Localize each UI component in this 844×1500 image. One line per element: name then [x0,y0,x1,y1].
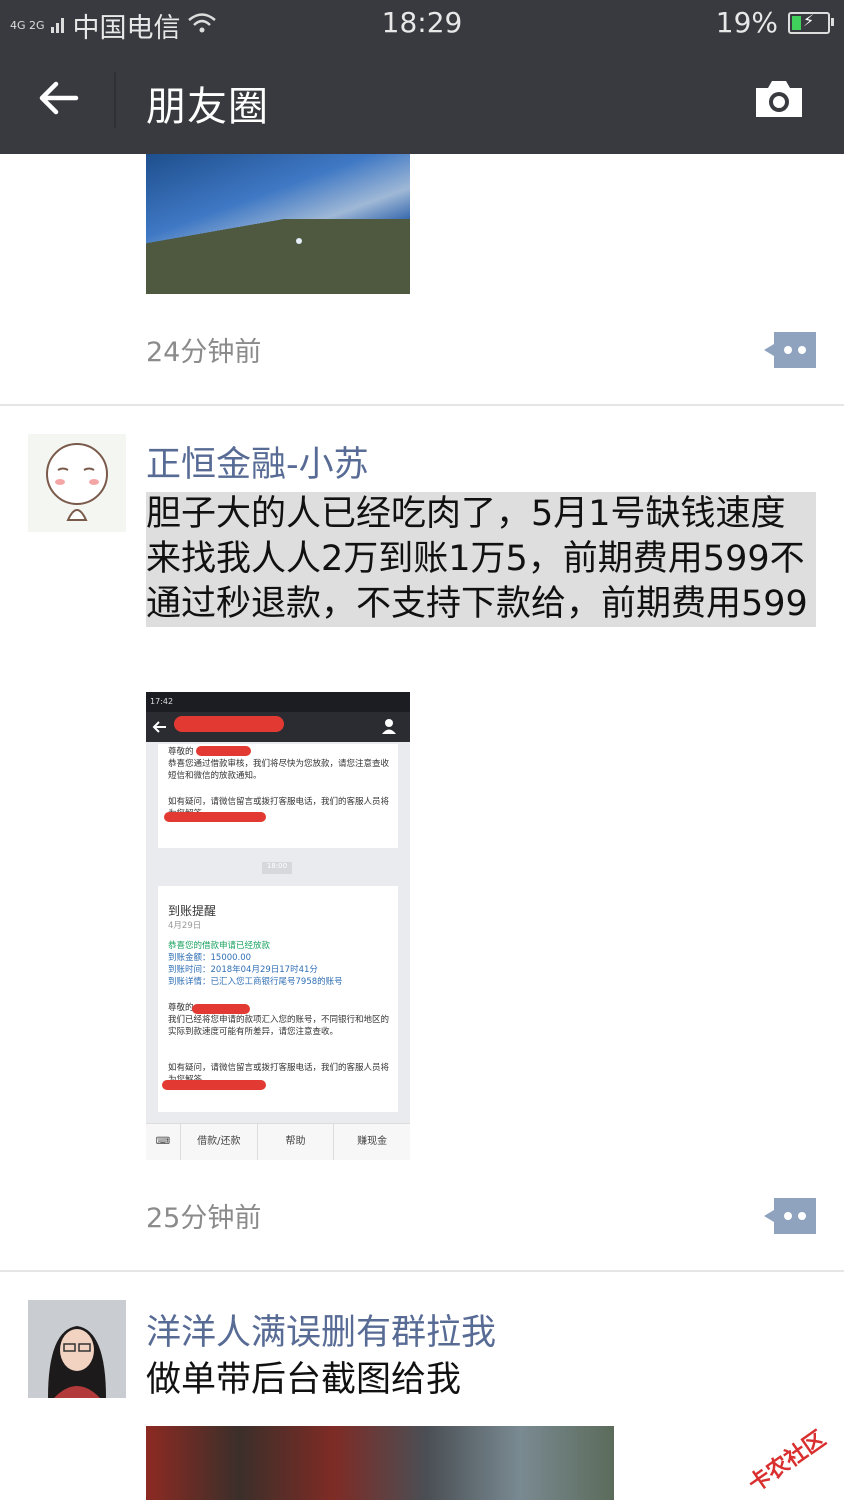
moments-feed[interactable]: 24分钟前 正恒金融-小苏 胆子大的人已经吃肉了，5月1号缺钱速度来找我人人2万… [0,154,844,1500]
camera-button[interactable] [752,78,806,120]
post-text: 做单带后台截图给我 [146,1360,462,1400]
post-image[interactable] [146,1426,614,1500]
screenshot-center-time: 18:00 [262,862,292,874]
camera-icon [756,81,802,117]
comment-icon [764,1198,816,1234]
nav-bar: 朋友圈 [0,46,844,154]
keyboard-icon: ⌨ [155,1136,171,1147]
screenshot-tab: 赚现金 [333,1124,410,1160]
screenshot-card-amount: 到账金额：15000.00 [168,953,252,963]
screenshot-tab: 借款/还款 [180,1124,257,1160]
post-timestamp: 24分钟前 [146,337,262,368]
avatar-photo-icon [28,1300,126,1398]
post-image[interactable] [146,154,410,294]
redaction-mark [162,1080,266,1090]
screenshot-card-line: 恭喜您的借款申请已经放款 [168,941,271,951]
redaction-mark [164,812,266,822]
screenshot-arrival-card: 到账提醒 4月29日 恭喜您的借款申请已经放款 到账金额：15000.00 到账… [158,886,398,1112]
screenshot-card-body: 我们已经将您申请的款项汇入您的账号，不同银行和地区的实际到款速度可能有所差异，请… [168,1015,390,1037]
battery-fill [792,15,801,30]
comment-icon [764,332,816,368]
back-arrow-icon [39,81,79,115]
battery-area: 19% ⚡ [715,6,834,39]
redaction-mark [192,1004,250,1014]
charging-icon: ⚡ [803,10,815,30]
post-divider [0,1270,844,1272]
post-timestamp: 25分钟前 [146,1203,262,1234]
battery-percent: 19% [715,6,778,39]
comment-button[interactable] [764,1198,816,1234]
screenshot-message-card: 尊敬的 恭喜您通过借款审核，我们将尽快为您放款，请您注意查收短信和微信的放款通知… [158,744,398,848]
back-button[interactable] [36,76,80,120]
post-author[interactable]: 正恒金融-小苏 [146,436,369,487]
post-text: 胆子大的人已经吃肉了，5月1号缺钱速度来找我人人2万到账1万5，前期费用599不… [146,492,816,627]
screenshot-tab: 帮助 [256,1124,334,1160]
screenshot-status-bar: 17:42 [146,692,410,712]
redaction-mark [196,746,251,756]
screenshot-tab-bar: ⌨ 借款/还款 帮助 赚现金 [146,1123,410,1160]
page-title: 朋友圈 [146,84,269,130]
post-author[interactable]: 洋洋人满误删有群拉我 [146,1304,496,1355]
status-bar: 4G 2G 中国电信 18:29 19% ⚡ [0,0,844,46]
screenshot-card-time: 到账时间：2018年04月29日17时41分 [168,965,318,975]
screenshot-message: 恭喜您通过借款审核，我们将尽快为您放款，请您注意查收短信和微信的放款通知。 [168,759,390,781]
screenshot-card-title: 到账提醒 [168,904,217,918]
comment-button[interactable] [764,332,816,368]
post-image[interactable]: 17:42 尊敬的 恭喜您通过借款审核，我们将尽快为您放款，请您注意查收短信和微… [146,692,410,1160]
avatar[interactable] [28,434,126,532]
avatar[interactable] [28,1300,126,1398]
screenshot-card-date: 4月29日 [168,921,202,931]
avatar-cartoon-icon [28,434,126,532]
redaction-mark [174,716,284,732]
nav-divider [114,72,116,128]
screenshot-card-detail: 到账详情：已汇入您工商银行尾号7958的账号 [168,977,343,987]
post-divider [0,404,844,406]
battery-icon: ⚡ [788,10,834,34]
